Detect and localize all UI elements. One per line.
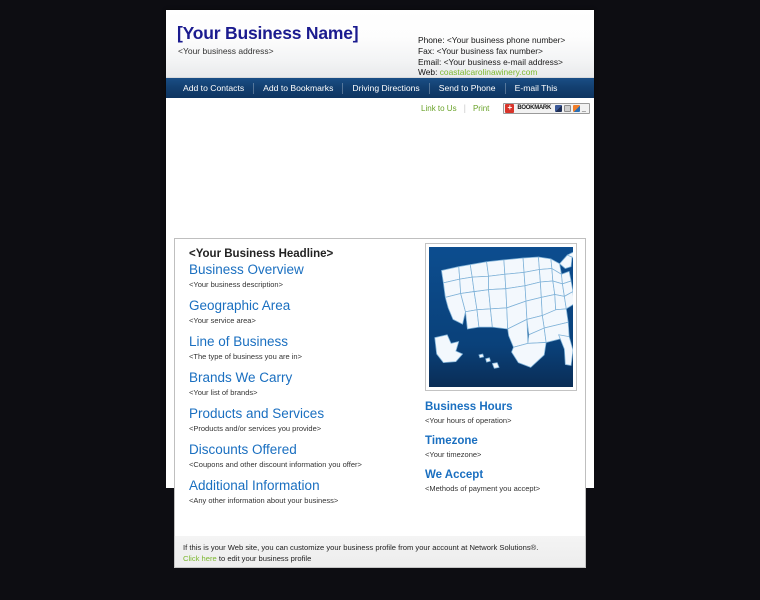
section-title: We Accept: [425, 469, 484, 481]
profile-edit-note: If this is your Web site, you can custom…: [174, 536, 586, 568]
section-title: Brands We Carry: [189, 370, 293, 385]
section-title: Business Hours: [425, 401, 513, 413]
section-placeholder: <Your timezone>: [425, 450, 482, 459]
united-states-map: [429, 247, 573, 387]
page-header: [Your Business Name] <Your business addr…: [166, 10, 594, 78]
edit-note-line1: If this is your Web site, you can custom…: [183, 543, 539, 552]
section-title: Business Overview: [189, 262, 304, 277]
bookmark-label: BOOKMARK: [517, 105, 551, 111]
edit-note-rest: to edit your business profile: [216, 554, 312, 563]
section-placeholder: <Your business description>: [189, 280, 283, 289]
contact-info-block: Phone: <Your business phone number> Fax:…: [418, 35, 565, 78]
section-placeholder: <Products and/or services you provide>: [189, 424, 322, 433]
us-map-icon: [434, 251, 573, 369]
fax-value: <Your business fax number>: [436, 45, 543, 56]
phone-value: <Your business phone number>: [446, 35, 566, 45]
click-here-link[interactable]: Click here: [183, 554, 217, 563]
more-icon[interactable]: _: [582, 105, 588, 112]
section-placeholder: <Any other information about your busine…: [189, 496, 339, 505]
section-products-and-services: Products and Services <Products and/or s…: [189, 406, 427, 433]
section-brands-we-carry: Brands We Carry <Your list of brands>: [189, 370, 427, 397]
facebook-icon[interactable]: [555, 104, 562, 112]
left-content-column: <Your Business Headline> Business Overvi…: [189, 248, 427, 514]
section-business-overview: Business Overview <Your business descrip…: [189, 262, 427, 289]
section-placeholder: <Your service area>: [189, 316, 256, 325]
section-placeholder: <The type of business you are in>: [189, 352, 302, 361]
section-placeholder: <Coupons and other discount information …: [189, 460, 362, 469]
section-title: Discounts Offered: [189, 442, 297, 457]
section-additional-information: Additional Information <Any other inform…: [189, 478, 427, 505]
nav-driving-directions[interactable]: Driving Directions: [343, 82, 430, 94]
nav-add-to-bookmarks[interactable]: Add to Bookmarks: [254, 82, 344, 94]
right-content-column: Business Hours <Your hours of operation>…: [425, 243, 581, 502]
business-name: [Your Business Name]: [177, 23, 359, 43]
map-frame: [425, 243, 577, 391]
action-navbar: Add to Contacts Add to Bookmarks Driving…: [166, 78, 594, 98]
section-business-hours: Business Hours <Your hours of operation>: [425, 400, 581, 425]
web-label: Web:: [418, 67, 438, 78]
bookmark-share-widget[interactable]: + BOOKMARK _: [503, 102, 590, 114]
section-title: Geographic Area: [189, 298, 291, 313]
email-label: Email:: [418, 56, 442, 67]
section-placeholder: <Your hours of operation>: [425, 416, 512, 425]
utility-toolbar: Link to Us | Print + BOOKMARK _: [166, 98, 594, 118]
email-value: <Your business e-mail address>: [443, 56, 563, 67]
contact-web-row: Web: coastalcarolinawinery.com: [418, 67, 565, 78]
nav-send-to-phone[interactable]: Send to Phone: [430, 82, 506, 94]
section-line-of-business: Line of Business <The type of business y…: [189, 334, 427, 361]
contact-phone-row: Phone: <Your business phone number>: [418, 35, 565, 46]
section-title: Line of Business: [189, 334, 289, 349]
section-timezone: Timezone <Your timezone>: [425, 434, 581, 459]
section-title: Products and Services: [189, 406, 325, 421]
contact-fax-row: Fax: <Your business fax number>: [418, 46, 565, 57]
profile-content-panel: <Your Business Headline> Business Overvi…: [174, 238, 586, 566]
website-link[interactable]: coastalcarolinawinery.com: [440, 67, 538, 77]
business-address: <Your business address>: [178, 46, 274, 56]
edit-note-line2: Click here to edit your business profile: [183, 553, 577, 564]
phone-label: Phone:: [418, 35, 445, 45]
contact-email-row: Email: <Your business e-mail address>: [418, 57, 565, 68]
section-title: Timezone: [425, 435, 478, 447]
section-placeholder: <Methods of payment you accept>: [425, 484, 541, 493]
fax-label: Fax:: [418, 45, 435, 56]
section-geographic-area: Geographic Area <Your service area>: [189, 298, 427, 325]
plus-icon: +: [505, 103, 515, 113]
nav-add-to-contacts[interactable]: Add to Contacts: [174, 82, 255, 94]
business-headline: <Your Business Headline>: [189, 248, 334, 260]
section-we-accept: We Accept <Methods of payment you accept…: [425, 468, 581, 493]
section-discounts-offered: Discounts Offered <Coupons and other dis…: [189, 442, 427, 469]
section-placeholder: <Your list of brands>: [189, 388, 258, 397]
blank-icon[interactable]: [564, 104, 571, 112]
print-link[interactable]: Print: [466, 104, 496, 113]
delicious-icon[interactable]: [573, 104, 580, 112]
link-to-us-link[interactable]: Link to Us: [414, 104, 464, 113]
business-profile-page: [Your Business Name] <Your business addr…: [166, 10, 594, 568]
nav-email-this[interactable]: E-mail This: [506, 83, 567, 94]
section-title: Additional Information: [189, 478, 320, 493]
page-body: <Your Business Headline> Business Overvi…: [166, 118, 594, 568]
